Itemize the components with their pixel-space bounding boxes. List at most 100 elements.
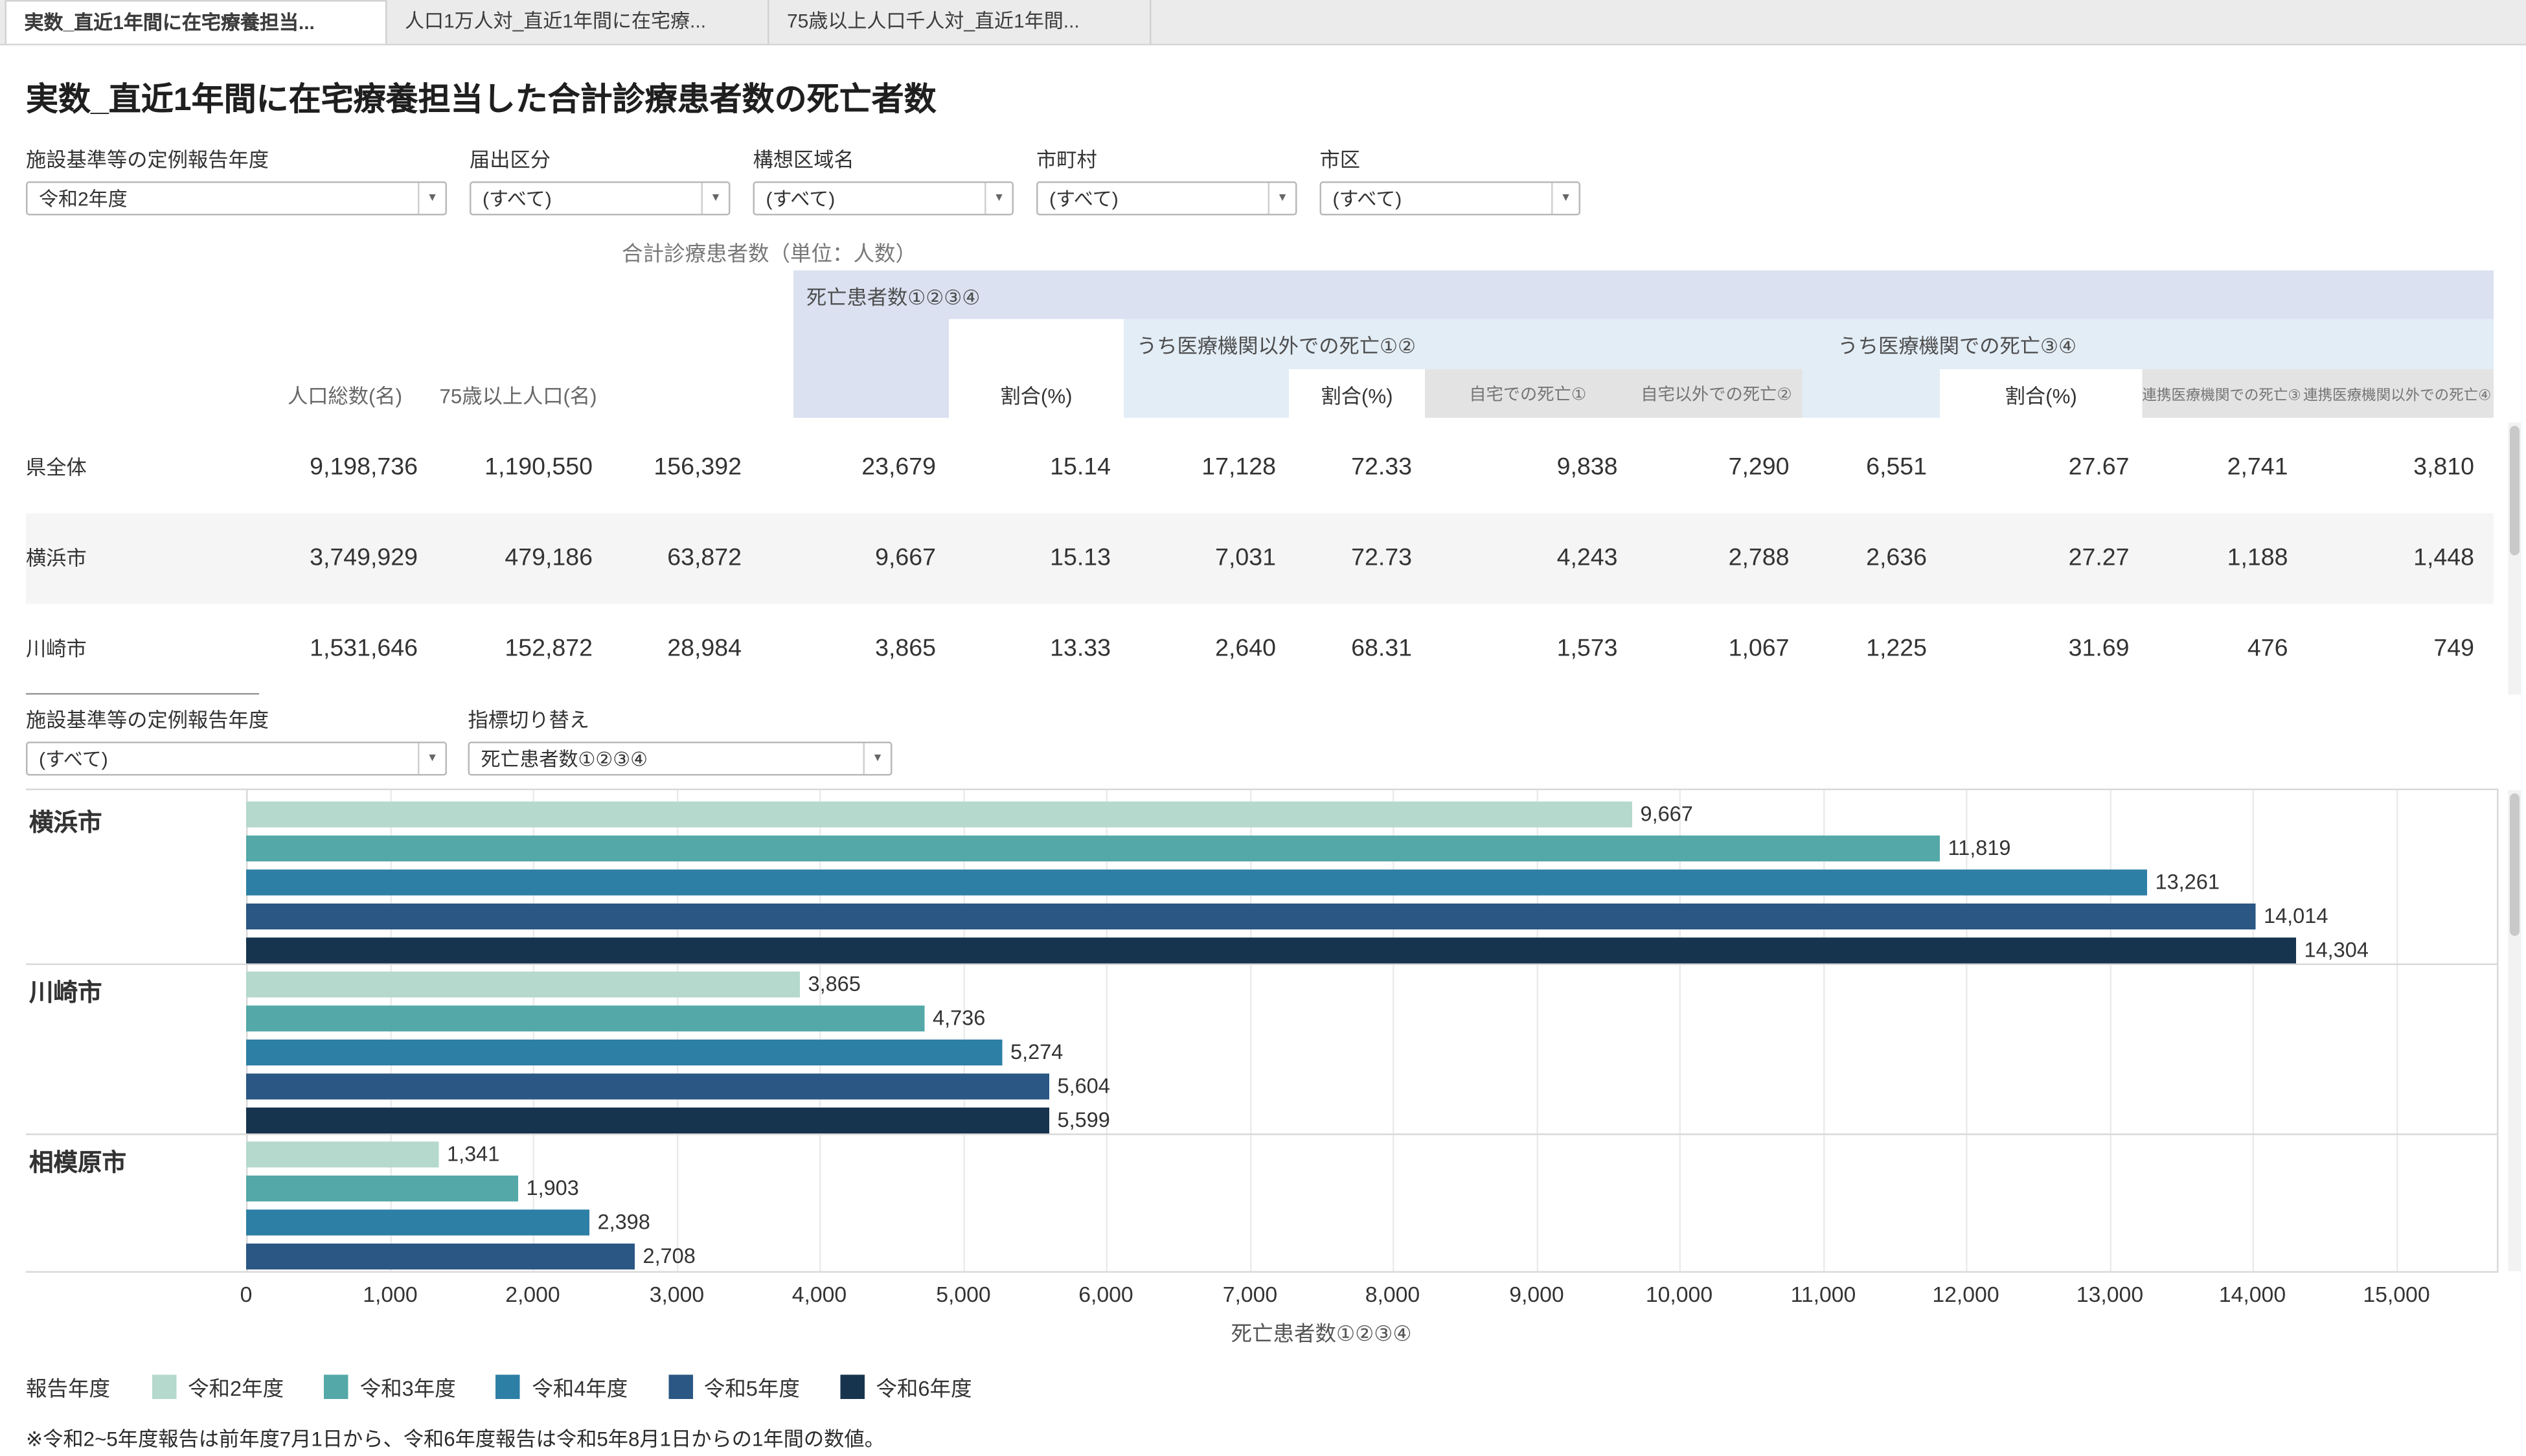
legend-item[interactable]: 令和2年度 bbox=[152, 1372, 284, 1403]
filter-label: 構想区域名 bbox=[753, 142, 1014, 174]
select-value: (すべて) bbox=[1038, 185, 1119, 212]
x-axis-tick-label: 11,000 bbox=[1751, 1282, 1896, 1307]
cell-ratio-2: 72.73 bbox=[1289, 514, 1425, 604]
table-row-yokohama[interactable]: 横浜市 3,749,929 479,186 63,872 9,667 15.13… bbox=[26, 514, 2494, 604]
cell-deaths-in-facility: 1,225 bbox=[1803, 604, 1940, 695]
cell-deaths-outside-facility: 7,031 bbox=[1124, 514, 1289, 604]
bar-横浜市-令和4年度[interactable] bbox=[246, 870, 2147, 896]
chart-category-label: 横浜市 bbox=[29, 805, 102, 839]
legend-item[interactable]: 令和6年度 bbox=[840, 1372, 972, 1403]
filter-report-year-select[interactable]: 令和2年度 ▼ bbox=[26, 181, 447, 216]
tab-per-1000-over75[interactable]: 75歳以上人口千人対_直近1年間... bbox=[769, 0, 1152, 44]
x-axis-tick-label: 0 bbox=[174, 1282, 319, 1307]
col-header-death-at-home: 自宅での死亡① bbox=[1425, 369, 1631, 418]
filter-region-name-select[interactable]: (すべて) ▼ bbox=[753, 181, 1014, 216]
bar-value-label: 11,819 bbox=[1948, 836, 2011, 861]
filter-indicator-switch-select[interactable]: 死亡患者数①②③④ ▼ bbox=[468, 742, 893, 776]
legend-label: 令和4年度 bbox=[532, 1372, 628, 1403]
x-axis-tick-label: 14,000 bbox=[2179, 1282, 2325, 1307]
bar-value-label: 5,604 bbox=[1058, 1074, 1110, 1100]
filter-municipality-select[interactable]: (すべて) ▼ bbox=[1036, 181, 1297, 216]
cell-deaths: 9,667 bbox=[755, 514, 949, 604]
table-unit-header: 合計診療患者数（単位：人数） bbox=[622, 236, 916, 267]
select-value: (すべて) bbox=[28, 745, 108, 773]
bar-相模原市-令和2年度[interactable] bbox=[246, 1142, 439, 1168]
legend-item[interactable]: 令和4年度 bbox=[496, 1372, 628, 1403]
chart-scrollbar[interactable] bbox=[2509, 790, 2521, 1271]
legend-swatch bbox=[152, 1375, 177, 1400]
bar-value-label: 5,599 bbox=[1058, 1108, 1110, 1133]
legend-item[interactable]: 令和3年度 bbox=[324, 1372, 456, 1403]
header-band-deaths-outside-facility: うち医療機関以外での死亡①② bbox=[1124, 319, 1803, 370]
bar-相模原市-令和4年度[interactable] bbox=[246, 1210, 589, 1236]
table-scrollbar[interactable] bbox=[2509, 423, 2521, 695]
legend-swatch bbox=[496, 1375, 521, 1400]
bar-川崎市-令和3年度[interactable] bbox=[246, 1006, 925, 1032]
filter-report-year-chart: 施設基準等の定例報告年度 (すべて) ▼ bbox=[26, 703, 447, 776]
x-axis-tick-label: 4,000 bbox=[747, 1282, 893, 1307]
cell-death-outside-home: 7,290 bbox=[1631, 423, 1803, 514]
bar-value-label: 14,014 bbox=[2264, 904, 2328, 929]
x-axis-tick-label: 5,000 bbox=[891, 1282, 1036, 1307]
x-axis-tick-label: 15,000 bbox=[2324, 1282, 2470, 1307]
cell-death-outside-home: 2,788 bbox=[1631, 514, 1803, 604]
x-axis-tick-label: 9,000 bbox=[1464, 1282, 1610, 1307]
legend-swatch bbox=[668, 1375, 693, 1400]
x-axis-tick-label: 2,000 bbox=[460, 1282, 606, 1307]
tab-per-10000-population[interactable]: 人口1万人対_直近1年間に在宅療... bbox=[387, 0, 769, 44]
filter-label: 市区 bbox=[1320, 142, 1581, 174]
bar-相模原市-令和3年度[interactable] bbox=[246, 1176, 518, 1201]
chevron-down-icon: ▼ bbox=[701, 183, 729, 214]
legend-item[interactable]: 令和5年度 bbox=[668, 1372, 800, 1403]
chevron-down-icon: ▼ bbox=[984, 183, 1012, 214]
bar-value-label: 3,865 bbox=[808, 972, 861, 997]
filter-notification-type: 届出区分 (すべて) ▼ bbox=[470, 142, 731, 216]
bar-川崎市-令和2年度[interactable] bbox=[246, 972, 800, 997]
chevron-down-icon: ▼ bbox=[863, 744, 891, 775]
bar-value-label: 2,398 bbox=[598, 1210, 650, 1236]
filter-report-year-chart-select[interactable]: (すべて) ▼ bbox=[26, 742, 447, 776]
filter-ward: 市区 (すべて) ▼ bbox=[1320, 142, 1581, 216]
cell-population-over75: 479,186 bbox=[431, 514, 606, 604]
select-value: 令和2年度 bbox=[28, 185, 128, 212]
tab-actual-counts[interactable]: 実数_直近1年間に在宅療養担当... bbox=[5, 0, 387, 44]
category-separator bbox=[26, 964, 2497, 966]
bar-川崎市-令和4年度[interactable] bbox=[246, 1040, 1003, 1065]
bar-横浜市-令和6年度[interactable] bbox=[246, 938, 2296, 964]
filter-indicator-switch: 指標切り替え 死亡患者数①②③④ ▼ bbox=[468, 703, 893, 776]
chart-legend: 報告年度 令和2年度令和3年度令和4年度令和5年度令和6年度 bbox=[26, 1372, 972, 1403]
cell-death-at-home: 1,573 bbox=[1425, 604, 1631, 695]
chevron-down-icon: ▼ bbox=[418, 744, 446, 775]
bar-横浜市-令和3年度[interactable] bbox=[246, 836, 1940, 861]
chart-scrollbar-thumb[interactable] bbox=[2510, 793, 2520, 936]
table-scrollbar-thumb[interactable] bbox=[2510, 426, 2520, 556]
chevron-down-icon: ▼ bbox=[1551, 183, 1579, 214]
x-axis-tick-label: 8,000 bbox=[1320, 1282, 1466, 1307]
cell-ratio-1: 15.13 bbox=[949, 514, 1124, 604]
filter-label: 施設基準等の定例報告年度 bbox=[26, 142, 447, 174]
cell-total-patients: 63,872 bbox=[606, 514, 755, 604]
bar-川崎市-令和6年度[interactable] bbox=[246, 1108, 1049, 1133]
cell-ratio-1: 13.33 bbox=[949, 604, 1124, 695]
x-axis: 01,0002,0003,0004,0005,0006,0007,0008,00… bbox=[26, 1282, 2499, 1308]
col-header-death-partner-facility: 連携医療機関での死亡③ bbox=[2143, 369, 2301, 418]
filter-label: 市町村 bbox=[1036, 142, 1297, 174]
cell-ratio-2: 72.33 bbox=[1289, 423, 1425, 514]
gridline bbox=[2253, 790, 2255, 1271]
bar-value-label: 4,736 bbox=[933, 1006, 985, 1032]
x-axis-tick-label: 1,000 bbox=[317, 1282, 463, 1307]
bar-横浜市-令和5年度[interactable] bbox=[246, 904, 2256, 929]
gridline bbox=[1966, 790, 1968, 1271]
bar-相模原市-令和5年度[interactable] bbox=[246, 1244, 635, 1269]
bar-川崎市-令和5年度[interactable] bbox=[246, 1074, 1049, 1100]
cell-deaths-outside-facility: 17,128 bbox=[1124, 423, 1289, 514]
x-axis-tick-label: 12,000 bbox=[1893, 1282, 2039, 1307]
table-row-kawasaki[interactable]: 川崎市 1,531,646 152,872 28,984 3,865 13.33… bbox=[26, 604, 2494, 695]
filter-ward-select[interactable]: (すべて) ▼ bbox=[1320, 181, 1581, 216]
filter-notification-type-select[interactable]: (すべて) ▼ bbox=[470, 181, 731, 216]
select-value: (すべて) bbox=[472, 185, 552, 212]
cell-death-partner-facility: 476 bbox=[2143, 604, 2301, 695]
table-row-prefecture-total[interactable]: 県全体 9,198,736 1,190,550 156,392 23,679 1… bbox=[26, 423, 2494, 514]
bar-横浜市-令和2年度[interactable] bbox=[246, 802, 1632, 828]
cell-total-patients: 156,392 bbox=[606, 423, 755, 514]
